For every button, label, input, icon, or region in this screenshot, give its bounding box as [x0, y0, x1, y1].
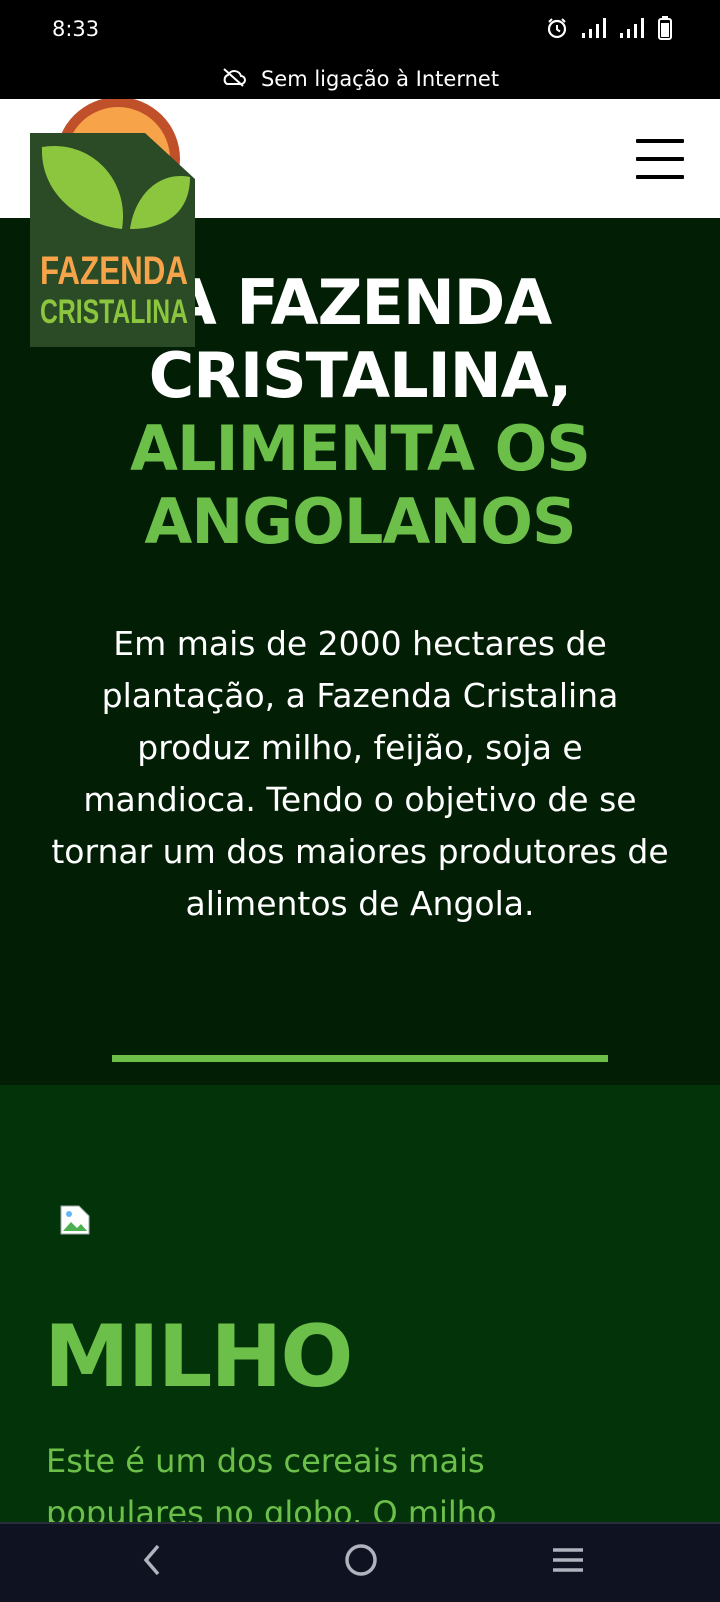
product-description: Este é um dos cereais mais populares no …: [46, 1442, 497, 1522]
product-title: MILHO: [44, 1307, 353, 1407]
status-bar: 8:33: [0, 0, 720, 60]
back-icon[interactable]: [140, 1542, 164, 1582]
status-time: 8:33: [52, 17, 100, 41]
signal-icon: [620, 18, 644, 38]
status-icons: [546, 16, 672, 40]
hero-title-line: ANGOLANOS: [144, 485, 576, 558]
product-section: MILHO Este é um dos cereais mais popular…: [0, 1085, 720, 1522]
hero-description: Em mais de 2000 hectares de plantação, a…: [51, 624, 669, 923]
home-icon[interactable]: [344, 1542, 378, 1582]
hero-title-line: ALIMENTA OS: [130, 412, 591, 485]
navigation-bar: [0, 1522, 720, 1602]
logo[interactable]: FAZENDA CRISTALINA: [30, 97, 200, 347]
offline-banner: Sem ligação à Internet: [0, 60, 720, 98]
hamburger-menu-icon[interactable]: [636, 139, 684, 179]
recents-menu-icon[interactable]: [550, 1542, 586, 1582]
cloud-off-icon: [221, 67, 247, 92]
offline-text: Sem ligação à Internet: [260, 67, 500, 91]
hero-section: A FAZENDA CRISTALINA, ALIMENTA OS ANGOLA…: [0, 218, 720, 1085]
battery-icon: [658, 16, 672, 40]
hero-title-line: CRISTALINA,: [148, 339, 573, 412]
divider: [112, 1055, 608, 1062]
alarm-icon: [546, 17, 568, 39]
logo-text-line2: CRISTALINA: [40, 293, 188, 331]
logo-text-line1: FAZENDA: [40, 249, 188, 293]
signal-icon: [582, 18, 606, 38]
broken-image-icon: [60, 1205, 90, 1235]
